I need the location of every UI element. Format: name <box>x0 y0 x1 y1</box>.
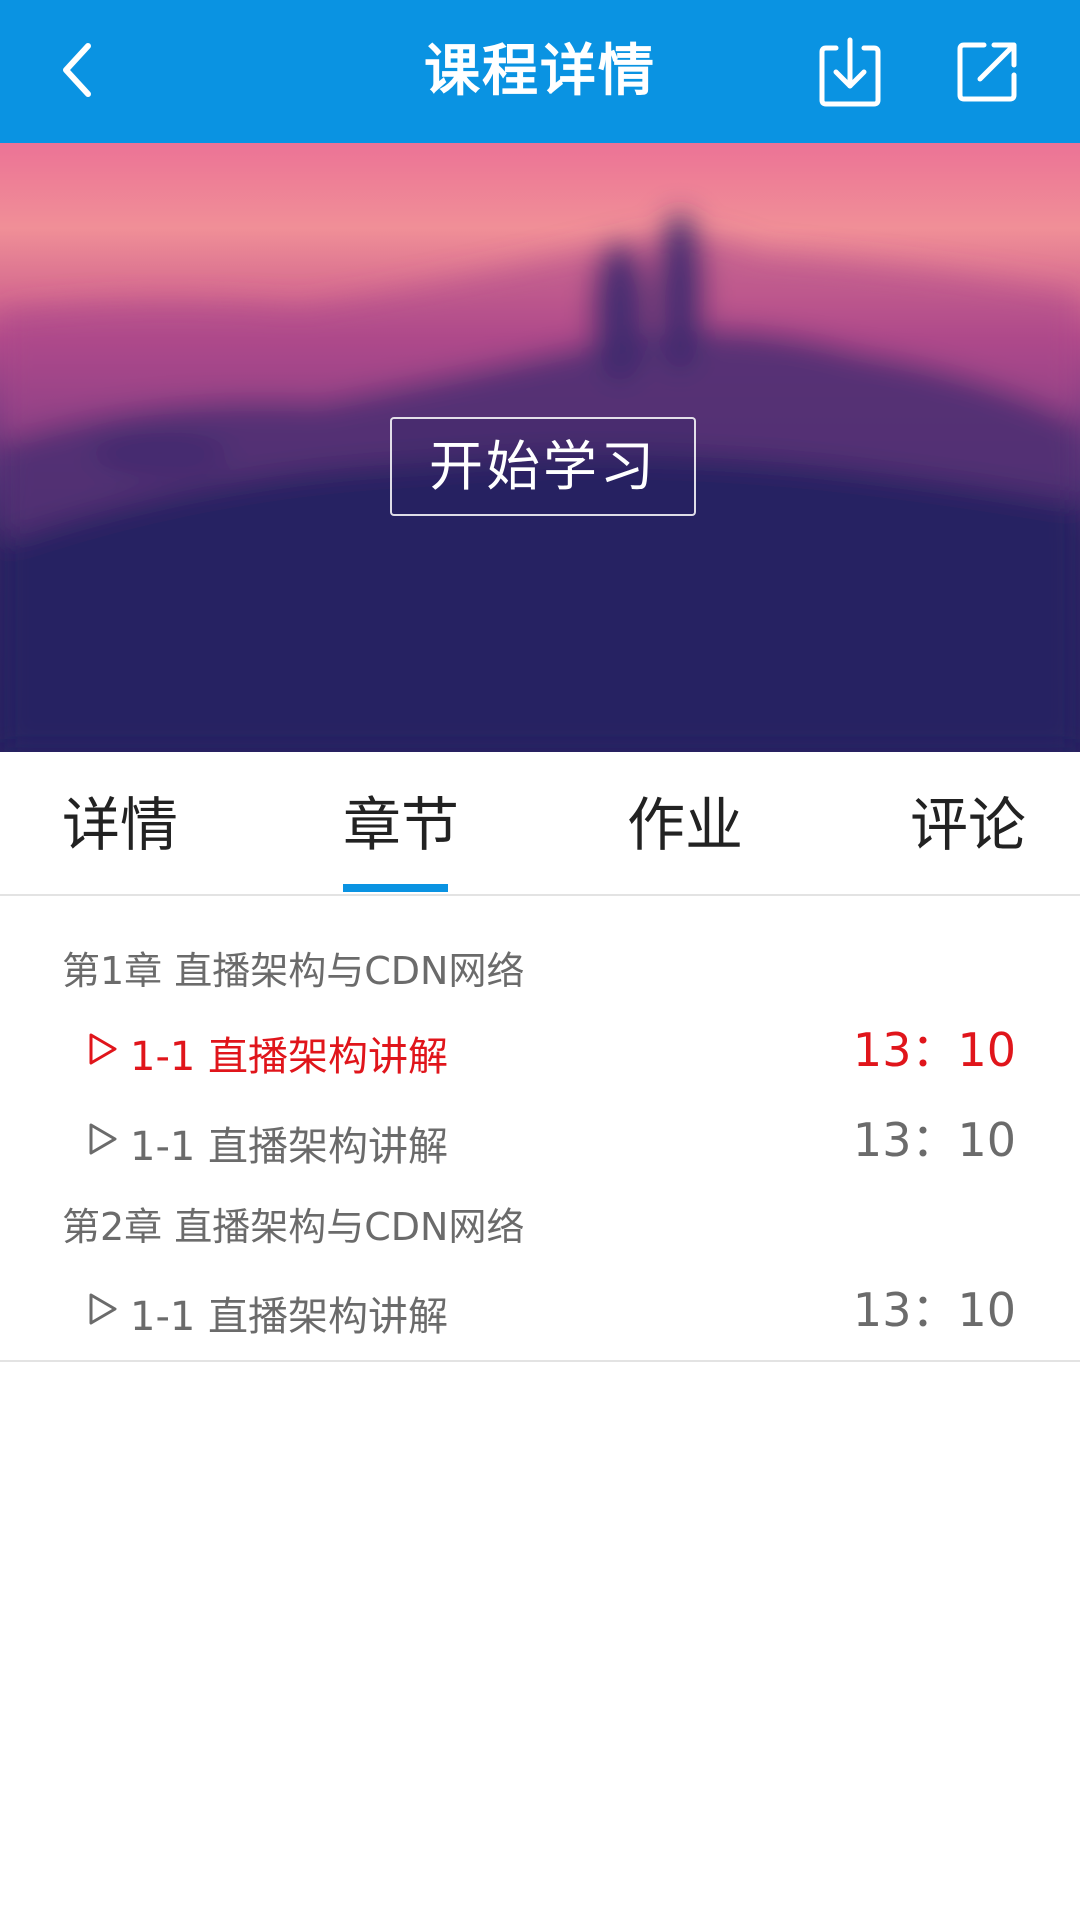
chapter-list: 第1章 直播架构与CDN网络 1-1 直播架构讲解 13：10 1-1 直播架构… <box>0 896 1080 1362</box>
download-icon <box>819 37 881 107</box>
lesson-item[interactable]: 1-1 直播架构讲解 13：10 <box>0 1274 1080 1344</box>
tab-details[interactable]: 详情 <box>62 752 178 894</box>
lesson-label: 1-1 直播架构讲解 <box>130 1294 449 1340</box>
chapter-title: 第2章 直播架构与CDN网络 <box>62 1205 525 1249</box>
chapter-title: 第1章 直播架构与CDN网络 <box>62 949 525 993</box>
start-learning-button[interactable]: 开始学习 <box>390 417 696 516</box>
share-icon <box>957 42 1017 102</box>
play-outline-icon <box>89 1033 117 1065</box>
lesson-duration: 13：10 <box>852 1023 1016 1077</box>
page-title: 课程详情 <box>424 39 656 104</box>
tab-homework[interactable]: 作业 <box>627 752 743 894</box>
lesson-duration: 13：10 <box>852 1283 1016 1337</box>
tab-chapters[interactable]: 章节 <box>343 752 459 894</box>
app-root: 课程详情 开始学习 详情 章节 作业 评论 第1章 直播架构与CDN网络 1-1… <box>0 0 1080 1907</box>
lesson-duration: 13：10 <box>852 1113 1016 1167</box>
course-banner: 开始学习 <box>0 143 1080 752</box>
share-button[interactable] <box>947 32 1027 112</box>
tab-comments[interactable]: 评论 <box>910 752 1026 894</box>
lesson-item[interactable]: 1-1 直播架构讲解 13：10 <box>0 1014 1080 1084</box>
download-button[interactable] <box>810 32 890 112</box>
play-outline-icon <box>89 1123 117 1155</box>
play-outline-icon <box>89 1293 117 1325</box>
lesson-label: 1-1 直播架构讲解 <box>130 1034 449 1080</box>
course-tabs: 详情 章节 作业 评论 <box>0 752 1080 896</box>
lesson-item[interactable]: 1-1 直播架构讲解 13：10 <box>0 1104 1080 1174</box>
lesson-label: 1-1 直播架构讲解 <box>130 1124 449 1170</box>
top-bar: 课程详情 <box>0 0 1080 143</box>
active-tab-indicator <box>343 884 448 892</box>
